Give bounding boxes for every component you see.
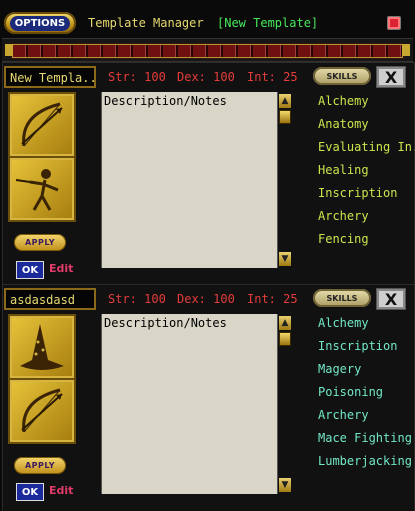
skills-button[interactable]: SKILLS [313,67,371,85]
stat-int: Int: 25 [247,70,298,84]
stat-int: Int: 25 [247,292,298,306]
window-title: Template Manager [88,16,204,30]
skills-button[interactable]: SKILLS [313,289,371,307]
fencer-icon[interactable] [8,156,76,222]
skill-item[interactable]: Magery [318,362,361,376]
options-button[interactable]: OPTIONS [4,12,76,34]
skill-item[interactable]: Fencing [318,232,369,246]
skill-item[interactable]: Archery [318,209,369,223]
bow-and-arrow-icon[interactable] [8,92,76,158]
edit-link[interactable]: Edit [49,484,73,497]
scroll-down-icon[interactable]: ▼ [279,478,291,492]
scroll-thumb[interactable] [279,332,291,346]
scroll-up-icon[interactable]: ▲ [279,316,291,330]
stat-dex: Dex: 100 [177,292,235,306]
skill-item[interactable]: Healing [318,163,369,177]
bow-and-arrow-icon[interactable] [8,378,76,444]
apply-button[interactable]: APPLY [14,234,66,251]
scroll-thumb[interactable] [279,110,291,124]
decorative-divider [2,38,413,62]
stat-dex: Dex: 100 [177,70,235,84]
options-label: OPTIONS [9,15,71,31]
scroll-down-icon[interactable]: ▼ [279,252,291,266]
skill-item[interactable]: Anatomy [318,117,369,131]
skill-item[interactable]: Inscription [318,186,397,200]
ok-button[interactable]: OK [16,483,44,501]
notes-scrollbar[interactable]: ▲ ▼ [277,92,292,268]
skill-item[interactable]: Mace Fighting [318,431,412,445]
edit-link[interactable]: Edit [49,262,73,275]
stat-str: Str: 100 [108,292,166,306]
stat-str: Str: 100 [108,70,166,84]
notes-area[interactable]: Description/Notes ▲ ▼ [101,92,292,268]
notes-placeholder: Description/Notes [104,316,227,330]
skill-item[interactable]: Inscription [318,339,397,353]
scroll-up-icon[interactable]: ▲ [279,94,291,108]
notes-placeholder: Description/Notes [104,94,227,108]
skill-item[interactable]: Poisoning [318,385,383,399]
template-manager-window: OPTIONS Template Manager [New Template] … [0,0,415,511]
skill-item[interactable]: Archery [318,408,369,422]
wizard-hat-icon[interactable] [8,314,76,380]
current-template-title: [New Template] [217,16,319,30]
skill-item[interactable]: Evaluating In... [318,140,415,154]
template-name-field[interactable]: New Templa... [4,66,96,88]
skill-item[interactable]: Alchemy [318,316,369,330]
skill-item[interactable]: Lumberjacking [318,454,412,468]
close-window-button[interactable] [387,16,401,30]
template-name-field[interactable]: asdasdasd [4,288,96,310]
close-template-button[interactable]: X [376,288,406,310]
apply-button[interactable]: APPLY [14,457,66,474]
notes-area[interactable]: Description/Notes ▲ ▼ [101,314,292,494]
close-template-button[interactable]: X [376,66,406,88]
notes-scrollbar[interactable]: ▲ ▼ [277,314,292,494]
skill-item[interactable]: Alchemy [318,94,369,108]
ok-button[interactable]: OK [16,261,44,279]
